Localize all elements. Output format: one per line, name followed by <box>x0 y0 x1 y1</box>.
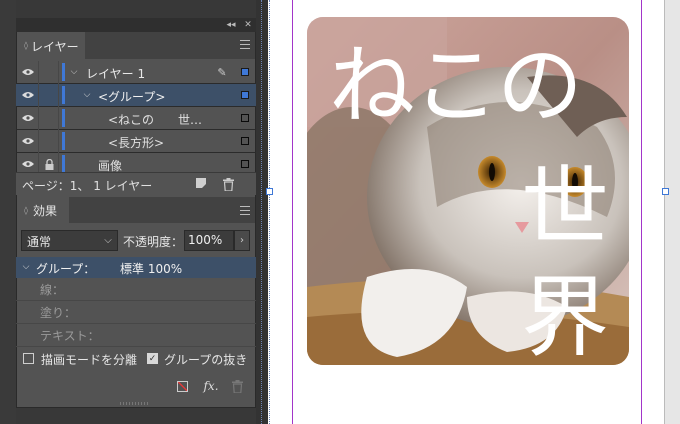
visibility-eye-icon[interactable] <box>21 65 35 79</box>
cat-title-char-1[interactable]: 世 <box>521 137 609 264</box>
knockout-group-checkbox[interactable]: ✓ <box>147 353 158 364</box>
layer-color-bar <box>62 155 65 173</box>
dock-header <box>16 18 256 32</box>
effects-row-stroke[interactable]: 線： <box>16 278 256 301</box>
layer-name[interactable]: レイヤー 1 <box>86 65 145 82</box>
opacity-input[interactable]: 100% <box>184 230 234 251</box>
layer-row-rectangle[interactable]: <長方形> <box>16 130 256 152</box>
isolate-blending-checkbox[interactable] <box>23 353 34 364</box>
layers-list: ⌵ レイヤー 1 ✎ ⌵ <グループ> <ねこの 世… <長方形> 画像 <box>16 61 256 175</box>
effects-target-label: グループ： <box>36 262 96 276</box>
clear-effects-icon[interactable] <box>177 381 188 392</box>
layer-name[interactable]: <グループ> <box>98 88 165 105</box>
effects-target-row[interactable]: ⌵ グループ： 標準 100% <box>16 257 256 278</box>
tab-grip-icon: ◊ <box>24 41 28 50</box>
isolate-blending-label[interactable]: 描画モードを分離 <box>41 351 137 368</box>
frame-handle-left[interactable] <box>266 188 273 195</box>
tab-effects-label: 効果 <box>33 204 58 218</box>
page-edge-left <box>292 0 293 424</box>
layers-status-text: ページ：1、 1 レイヤー <box>22 179 153 193</box>
visibility-eye-icon[interactable] <box>21 157 35 171</box>
layer-color-bar <box>62 109 65 127</box>
layer-selection-square[interactable] <box>241 91 249 99</box>
visibility-eye-icon[interactable] <box>21 134 35 148</box>
cat-image-frame[interactable]: ねこの 世 界 <box>307 17 629 365</box>
trash-icon[interactable] <box>230 378 244 394</box>
opacity-label: 不透明度： <box>123 235 184 249</box>
layer-row-group[interactable]: ⌵ <グループ> <box>16 84 256 106</box>
frame-handle-right[interactable] <box>662 188 669 195</box>
blend-mode-select[interactable]: 通常 ⌵ <box>21 230 118 251</box>
tab-layers[interactable]: ◊ レイヤー <box>17 32 85 59</box>
cat-title-char-2[interactable]: 界 <box>521 247 609 365</box>
layer-selection-square[interactable] <box>241 137 249 145</box>
layer-selection-square[interactable] <box>241 68 249 76</box>
tab-layers-label: レイヤー <box>31 40 79 54</box>
effects-row-label: 線： <box>40 283 65 297</box>
guide-line <box>261 0 262 424</box>
chevron-down-icon: ⌵ <box>104 235 112 246</box>
tab-grip-icon: ◊ <box>24 205 28 215</box>
page-edge-right <box>641 0 642 424</box>
effects-row-label: テキスト： <box>40 329 100 343</box>
fx-icon[interactable]: fx. <box>202 378 220 394</box>
collapse-panels-icon[interactable]: ◂◂ <box>224 18 238 32</box>
layer-name[interactable]: <ねこの 世… <box>108 111 202 128</box>
layer-selection-square[interactable] <box>241 160 249 168</box>
pen-target-icon[interactable]: ✎ <box>216 65 228 79</box>
visibility-eye-icon[interactable] <box>21 88 35 102</box>
layers-panel-menu-icon[interactable] <box>240 40 250 49</box>
knockout-group-label[interactable]: グループの抜き <box>164 351 247 368</box>
layer-row-layer1[interactable]: ⌵ レイヤー 1 ✎ <box>16 61 256 83</box>
chevron-down-icon[interactable]: ⌵ <box>69 65 79 79</box>
dock-background <box>0 0 16 424</box>
chevron-down-icon[interactable]: ⌵ <box>21 260 31 274</box>
layer-selection-square[interactable] <box>241 114 249 122</box>
layers-footer: ページ：1、 1 レイヤー <box>16 172 256 195</box>
effects-row-fill[interactable]: 塗り： <box>16 301 256 324</box>
guide-line <box>269 0 270 424</box>
new-layer-icon[interactable] <box>196 178 206 188</box>
effects-panel-menu-icon[interactable] <box>240 206 250 215</box>
close-panels-icon[interactable]: ✕ <box>242 18 254 32</box>
layer-color-bar <box>62 63 65 81</box>
effects-target-value: 標準 100% <box>120 262 183 276</box>
layer-row-text[interactable]: <ねこの 世… <box>16 107 256 129</box>
opacity-value: 100% <box>188 233 223 247</box>
trash-icon[interactable] <box>221 176 235 192</box>
pasteboard-right <box>664 0 680 424</box>
lock-icon[interactable] <box>43 157 55 171</box>
layer-name[interactable]: <長方形> <box>108 134 164 151</box>
tab-effects[interactable]: ◊ 効果 <box>17 197 69 223</box>
chevron-down-icon[interactable]: ⌵ <box>82 88 92 102</box>
effects-row-text[interactable]: テキスト： <box>16 324 256 347</box>
column-divider <box>38 61 39 175</box>
pasteboard-gap <box>256 0 268 424</box>
effects-row-label: 塗り： <box>40 306 77 320</box>
panel-resize-grip[interactable] <box>120 402 150 405</box>
opacity-slider-button[interactable]: › <box>234 230 250 251</box>
layer-color-bar <box>62 86 65 104</box>
blend-mode-value: 通常 <box>27 235 52 249</box>
column-divider <box>58 61 59 175</box>
layer-color-bar <box>62 132 65 150</box>
cat-title-line1[interactable]: ねこの <box>329 17 583 140</box>
visibility-eye-icon[interactable] <box>21 111 35 125</box>
